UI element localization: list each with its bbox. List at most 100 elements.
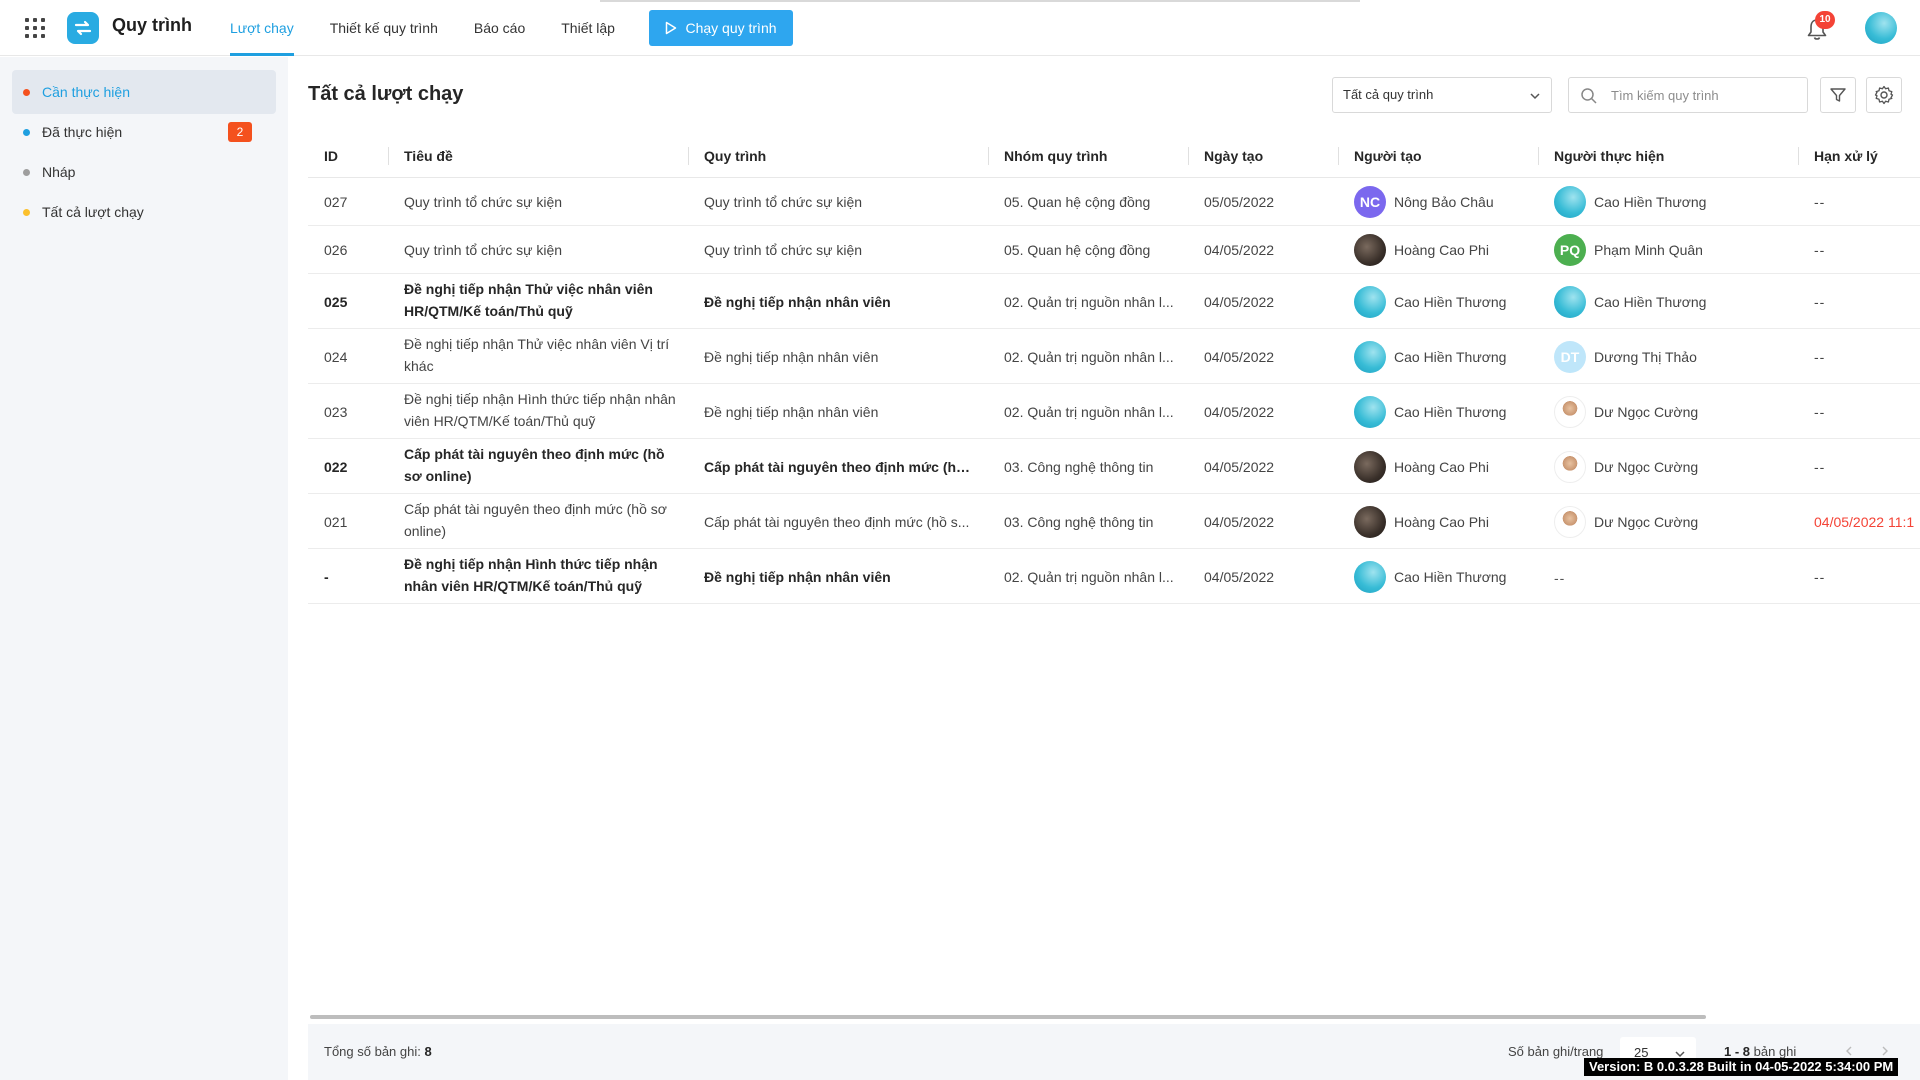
play-icon [666,21,677,35]
cell-created-date: 04/05/2022 [1204,293,1275,310]
record-range-suffix: bản ghi [1753,1044,1797,1059]
cell-title[interactable]: Đề nghị tiếp nhận Hình thức tiếp nhận nh… [404,388,684,432]
sidebar-item-3[interactable]: Tất cả lượt chạy [12,190,276,234]
app-launcher-icon[interactable] [24,17,46,39]
total-records-label: Tổng số bản ghi: [324,1044,421,1059]
cell-id: 024 [324,348,348,365]
cell-title[interactable]: Cấp phát tài nguyên theo định mức (hồ sơ… [404,498,684,542]
table-row[interactable]: 026 Quy trình tổ chức sự kiện Quy trình tổ… [308,226,1920,274]
column-divider [1538,147,1539,165]
cell-id: 022 [324,458,348,475]
assignee-name: Dư Ngọc Cường [1594,513,1699,530]
app-logo-icon [67,12,99,44]
search-input[interactable] [1611,78,1801,112]
creator-name: Hoàng Cao Phi [1394,513,1489,530]
status-dot-icon [23,129,30,136]
cell-creator: NC Nông Bảo Châu [1354,186,1494,218]
table-row[interactable]: 025 Đề nghị tiếp nhận Thử việc nhân viên … [308,274,1920,329]
cell-assignee: Dư Ngọc Cường [1554,395,1699,428]
cell-id: - [324,568,329,585]
avatar: PQ [1554,234,1586,266]
nav-tab-0[interactable]: Lượt chạy [214,0,310,56]
settings-button[interactable] [1866,77,1902,113]
cell-creator: Hoàng Cao Phi [1354,450,1489,483]
column-header[interactable]: ID [324,134,338,178]
cell-group: 02. Quản trị nguồn nhân l... [1004,293,1174,310]
cell-title[interactable]: Quy trình tổ chức sự kiện [404,239,684,261]
filter-button[interactable] [1820,77,1856,113]
cell-assignee: Dư Ngọc Cường [1554,450,1699,483]
cell-id: 021 [324,513,348,530]
table-row[interactable]: 022 Cấp phát tài nguyên theo định mức (hồ… [308,439,1920,494]
horizontal-scrollbar[interactable] [310,1015,1706,1019]
table-row[interactable]: 023 Đề nghị tiếp nhận Hình thức tiếp nhận… [308,384,1920,439]
nav-tab-1[interactable]: Thiết kế quy trình [314,0,454,56]
sidebar-item-2[interactable]: Nháp [12,150,276,194]
cell-assignee: Cao Hiền Thương [1554,186,1706,218]
cell-group: 02. Quản trị nguồn nhân l... [1004,403,1174,420]
cell-id: 023 [324,403,348,420]
column-header[interactable]: Người tạo [1354,134,1422,178]
total-records: Tổng số bản ghi: 8 [324,1044,432,1059]
version-banner: Version: B 0.0.3.28 Built in 04-05-2022 … [1584,1058,1899,1076]
cell-id: 026 [324,242,348,258]
cell-title[interactable]: Đề nghị tiếp nhận Hình thức tiếp nhận nh… [404,553,684,597]
cell-created-date: 04/05/2022 [1204,242,1275,258]
cell-created-date: 05/05/2022 [1204,194,1275,210]
avatar [1354,450,1386,483]
column-header[interactable]: Quy trình [704,134,766,178]
search-box [1568,77,1808,113]
cell-assignee: Dư Ngọc Cường [1554,505,1699,538]
assignee-name: Cao Hiền Thương [1594,293,1707,310]
table-row[interactable]: 027 Quy trình tổ chức sự kiện Quy trình tổ… [308,178,1920,226]
column-divider [1798,147,1799,165]
column-header[interactable]: Người thực hiện [1554,134,1664,178]
status-dot-icon [23,209,30,216]
table-row[interactable]: - Đề nghị tiếp nhận Hình thức tiếp nhận n… [308,549,1920,604]
column-header[interactable]: Tiêu đề [404,134,453,178]
process-filter-select[interactable]: Tất cả quy trình [1332,77,1552,113]
cell-title[interactable]: Đề nghị tiếp nhận Thử việc nhân viên HR/… [404,278,684,322]
cell-title[interactable]: Đề nghị tiếp nhận Thử việc nhân viên Vị … [404,333,684,377]
cell-process: Đề nghị tiếp nhận nhân viên [704,293,891,310]
cell-deadline: -- [1814,458,1826,475]
column-divider [688,147,689,165]
cell-deadline: -- [1814,194,1826,210]
cell-process: Đề nghị tiếp nhận nhân viên [704,348,879,365]
cell-creator: Hoàng Cao Phi [1354,234,1489,266]
table-row[interactable]: 021 Cấp phát tài nguyên theo định mức (hồ… [308,494,1920,549]
cell-deadline: -- [1814,403,1826,420]
creator-name: Hoàng Cao Phi [1394,242,1489,258]
column-divider [388,147,389,165]
chevron-down-icon [1530,93,1540,100]
table-header: ID Tiêu đề Quy trình Nhóm quy trình Ngày tạo… [308,134,1920,178]
avatar [1354,340,1386,373]
assignee-name: Dư Ngọc Cường [1594,458,1699,475]
table-row[interactable]: 024 Đề nghị tiếp nhận Thử việc nhân viên … [308,329,1920,384]
column-header[interactable]: Hạn xử lý [1814,134,1878,178]
cell-group: 02. Quản trị nguồn nhân l... [1004,568,1174,585]
assignee-name: Dư Ngọc Cường [1594,403,1699,420]
sidebar-item-1[interactable]: Đã thực hiện 2 [12,110,276,154]
sidebar-item-0[interactable]: Cần thực hiện [12,70,276,114]
cell-group: 02. Quản trị nguồn nhân l... [1004,348,1174,365]
cell-created-date: 04/05/2022 [1204,458,1275,475]
nav-tab-2[interactable]: Báo cáo [458,0,541,56]
column-header[interactable]: Ngày tạo [1204,134,1263,178]
cell-created-date: 04/05/2022 [1204,568,1275,585]
cell-id: 027 [324,194,348,210]
avatar [1354,285,1386,318]
column-header[interactable]: Nhóm quy trình [1004,134,1107,178]
nav-tab-3[interactable]: Thiết lập [545,0,631,56]
cell-creator: Cao Hiền Thương [1354,340,1506,373]
run-process-button[interactable]: Chạy quy trình [649,10,793,46]
cell-title[interactable]: Cấp phát tài nguyên theo định mức (hồ sơ… [404,443,684,487]
cell-title[interactable]: Quy trình tổ chức sự kiện [404,191,684,213]
cell-deadline: 04/05/2022 11:1 [1814,513,1915,530]
sidebar-item-label: Tất cả lượt chạy [42,204,144,220]
cell-creator: Hoàng Cao Phi [1354,505,1489,538]
cell-assignee: DT Dương Thị Thảo [1554,340,1697,373]
assignee-name: Dương Thị Thảo [1594,348,1697,365]
avatar [1554,186,1586,218]
user-avatar[interactable] [1865,12,1897,44]
